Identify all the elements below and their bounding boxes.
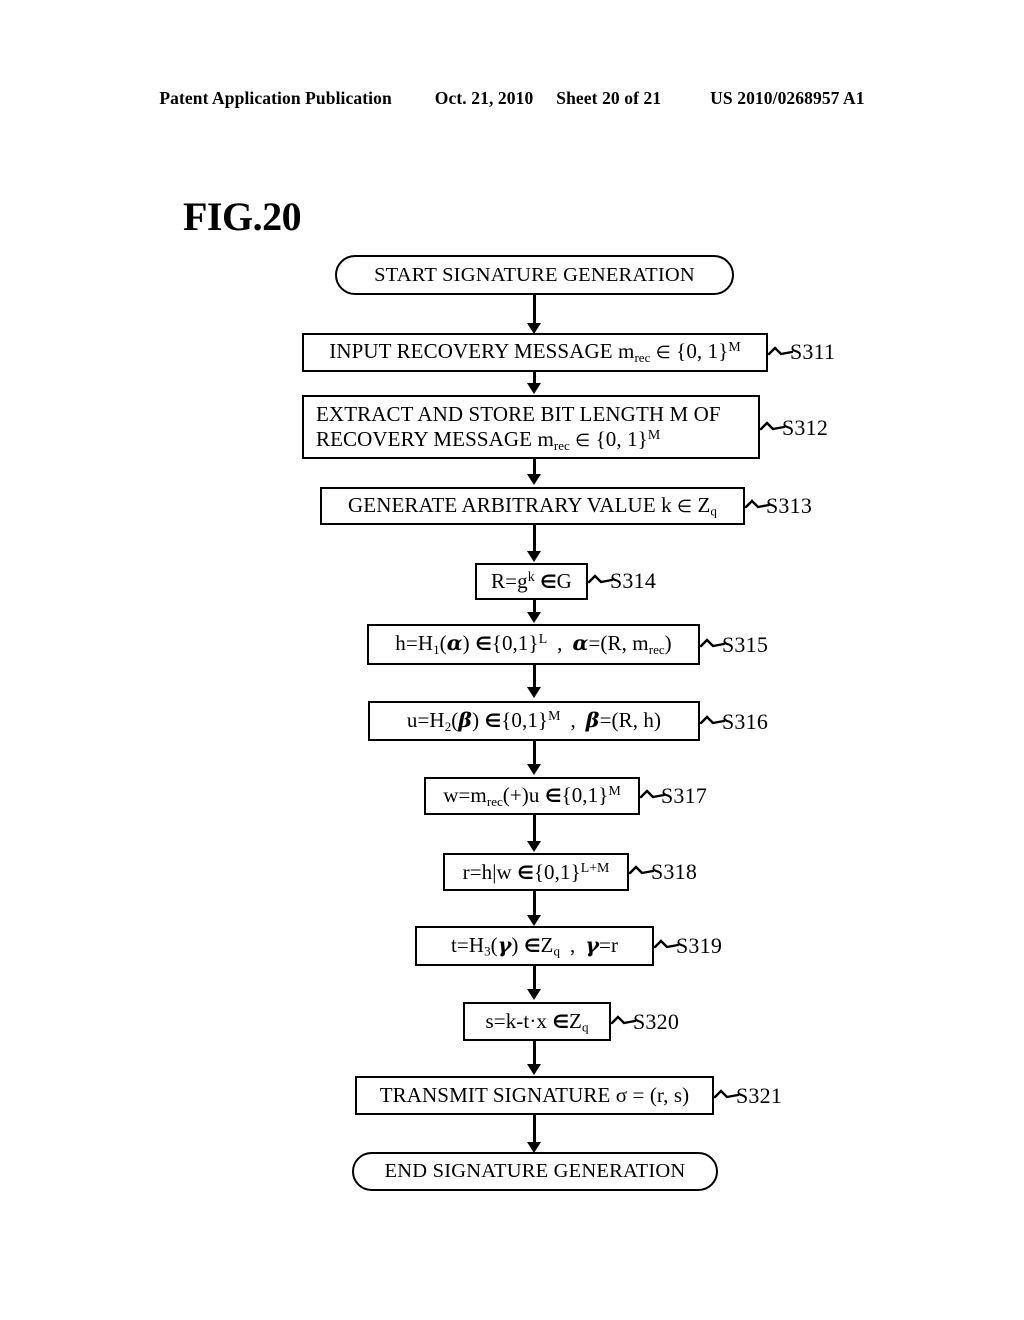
arrowhead-s317-to-s318 [527, 841, 541, 852]
connector-s315-to-s316 [533, 665, 536, 689]
connector-s317-to-s318 [533, 815, 536, 844]
flow-node-s321: TRANSMIT SIGNATURE σ = (r, s) [355, 1076, 714, 1115]
flow-node-s321-text: TRANSMIT SIGNATURE σ = (r, s) [379, 1083, 690, 1108]
flow-node-s312-line1: EXTRACT AND STORE BIT LENGTH M OF [316, 402, 721, 426]
connector-s321-to-end [533, 1115, 536, 1145]
step-label-s313: S313 [766, 493, 813, 518]
flow-node-s311-text: INPUT RECOVERY MESSAGE mrec ∈ {0, 1}M [329, 339, 741, 366]
connector-start-to-s311 [533, 295, 536, 326]
flow-node-s312: EXTRACT AND STORE BIT LENGTH M OF RECOVE… [302, 395, 760, 459]
flow-node-s320: s=k-t·x ∈Zq [463, 1002, 611, 1041]
flowchart: START SIGNATURE GENERATION INPUT RECOVER… [0, 0, 1024, 1320]
step-label-s317: S317 [661, 783, 708, 808]
step-label-s321: S321 [736, 1083, 783, 1108]
flow-node-s317: w=mrec(+)u ∈{0,1}M [424, 777, 640, 815]
flow-node-s313-text: GENERATE ARBITRARY VALUE k ∈ Zq [348, 493, 717, 519]
flow-node-s318-text: r=h|w ∈{0,1}L+M [462, 859, 610, 884]
arrowhead-s320-to-s321 [527, 1064, 541, 1075]
flow-node-s314-text: R=gk ∈G [491, 569, 572, 594]
connector-s319-to-s320 [533, 966, 536, 991]
flow-node-s320-text: s=k-t·x ∈Zq [485, 1008, 589, 1035]
flow-node-s319-text: t=H3(γ) ∈Zq, γ=r [450, 933, 619, 959]
arrowhead-s312-to-s313 [527, 474, 541, 485]
arrowhead-s315-to-s316 [527, 687, 541, 698]
arrowhead-s311-to-s312 [527, 383, 541, 394]
flow-node-s319: t=H3(γ) ∈Zq, γ=r [415, 926, 654, 966]
step-label-s320: S320 [633, 1009, 680, 1034]
arrowhead-s316-to-s317 [527, 764, 541, 775]
flow-node-s318: r=h|w ∈{0,1}L+M [443, 853, 629, 891]
connector-s313-to-s314 [533, 525, 536, 554]
connector-s320-to-s321 [533, 1041, 536, 1066]
step-label-s311: S311 [790, 339, 836, 364]
arrowhead-s314-to-s315 [527, 612, 541, 623]
flow-node-s315: h=H1(α) ∈{0,1}L, α=(R, mrec) [367, 624, 700, 665]
step-label-s314: S314 [610, 568, 657, 593]
flow-node-start: START SIGNATURE GENERATION [335, 255, 734, 295]
flow-node-s313: GENERATE ARBITRARY VALUE k ∈ Zq [320, 487, 745, 525]
flow-node-end-label: END SIGNATURE GENERATION [384, 1160, 686, 1182]
step-label-s319: S319 [676, 933, 723, 958]
arrowhead-s318-to-s319 [527, 915, 541, 926]
flow-node-s316-text: u=H2(β) ∈{0,1}M, β=(R, h) [406, 707, 662, 734]
flow-node-s316: u=H2(β) ∈{0,1}M, β=(R, h) [368, 701, 700, 741]
arrowhead-s319-to-s320 [527, 989, 541, 1000]
flow-node-s315-text: h=H1(α) ∈{0,1}L, α=(R, mrec) [395, 631, 672, 658]
flow-node-end: END SIGNATURE GENERATION [352, 1152, 718, 1191]
flow-node-s312-line2: RECOVERY MESSAGE mrec ∈ {0, 1}M [316, 426, 661, 453]
flow-node-s314: R=gk ∈G [475, 563, 588, 600]
step-label-s316: S316 [722, 709, 769, 734]
flow-node-s317-text: w=mrec(+)u ∈{0,1}M [443, 782, 621, 809]
arrowhead-s313-to-s314 [527, 551, 541, 562]
connector-s318-to-s319 [533, 891, 536, 917]
step-label-s315: S315 [722, 632, 769, 657]
flow-node-s311: INPUT RECOVERY MESSAGE mrec ∈ {0, 1}M [302, 333, 768, 372]
step-label-s312: S312 [782, 415, 829, 440]
connector-s316-to-s317 [533, 741, 536, 766]
flow-node-start-label: START SIGNATURE GENERATION [374, 263, 695, 286]
step-label-s318: S318 [651, 859, 698, 884]
